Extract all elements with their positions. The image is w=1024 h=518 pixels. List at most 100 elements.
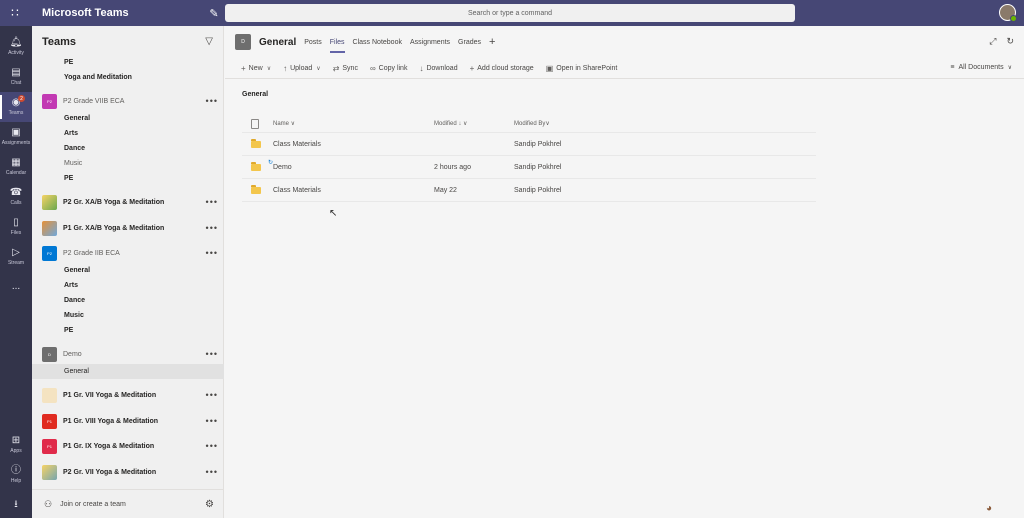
copy-link-button[interactable]: ∞ Copy link bbox=[370, 64, 408, 73]
rail-chat[interactable]: ▤ Chat bbox=[0, 62, 32, 92]
refresh-icon[interactable]: ↻ bbox=[1006, 36, 1014, 47]
team-avatar bbox=[42, 464, 57, 480]
rail-apps[interactable]: ⊞ Apps bbox=[0, 430, 32, 460]
help-icon: ⓘ bbox=[11, 465, 21, 476]
tab-assignments[interactable]: Assignments bbox=[410, 39, 450, 46]
team-item[interactable]: P2 P2 Grade IIB ECA ••• bbox=[42, 244, 218, 262]
teams-list[interactable]: PE Yoga and Meditation P2 P2 Grade VIIB … bbox=[32, 56, 224, 488]
user-avatar[interactable] bbox=[999, 4, 1017, 22]
column-header-name[interactable]: Name ∨ bbox=[273, 115, 295, 132]
channel-item[interactable]: General bbox=[64, 115, 90, 122]
more-options-icon[interactable]: ••• bbox=[206, 467, 218, 477]
more-options-icon[interactable]: ••• bbox=[206, 416, 218, 426]
files-table: Name ∨ Modified ↓ ∨ Modified By ∨ Class M… bbox=[242, 115, 816, 202]
channel-item[interactable]: Arts bbox=[64, 130, 78, 137]
rail-activity[interactable]: 🔔︎ Activity bbox=[0, 32, 32, 62]
tray-app-icon[interactable]: ◕ bbox=[986, 503, 992, 514]
team-name: P2 Grade VIIB ECA bbox=[63, 97, 125, 105]
column-header-modified[interactable]: Modified ↓ ∨ bbox=[434, 115, 467, 132]
open-in-sharepoint-button[interactable]: ▣ Open in SharePoint bbox=[546, 64, 618, 73]
rail-teams[interactable]: ◉ 2 Teams bbox=[0, 92, 32, 122]
channel-item[interactable]: General bbox=[64, 267, 90, 274]
filter-icon[interactable]: ▽ bbox=[205, 36, 213, 47]
app-title: Microsoft Teams bbox=[42, 7, 129, 19]
team-item[interactable]: P2 Gr. VII Yoga & Meditation ••• bbox=[42, 463, 218, 481]
channel-item[interactable]: PE bbox=[64, 327, 73, 334]
app-launcher-icon[interactable]: ∷ bbox=[0, 0, 30, 26]
more-options-icon[interactable]: ••• bbox=[206, 390, 218, 400]
team-avatar bbox=[42, 387, 57, 403]
rail-help[interactable]: ⓘ Help bbox=[0, 460, 32, 490]
file-name[interactable]: Demo bbox=[273, 156, 292, 178]
files-icon: ▯ bbox=[13, 217, 19, 228]
channel-item[interactable]: Music bbox=[64, 312, 84, 319]
rail-calls[interactable]: ☎ Calls bbox=[0, 182, 32, 212]
tab-class-notebook[interactable]: Class Notebook bbox=[353, 39, 402, 46]
team-item[interactable]: P1 P1 Gr. IX Yoga & Meditation ••• bbox=[42, 437, 218, 455]
channel-item[interactable]: Arts bbox=[64, 282, 78, 289]
sync-button[interactable]: ⇄ Sync bbox=[333, 64, 358, 73]
channel-item[interactable]: Yoga and Meditation bbox=[64, 74, 132, 81]
search-input[interactable]: Search or type a command bbox=[225, 4, 795, 22]
team-name: P1 Gr. VII Yoga & Meditation bbox=[63, 391, 157, 399]
team-item[interactable]: P1 P1 Gr. VIII Yoga & Meditation ••• bbox=[42, 412, 218, 430]
more-options-icon[interactable]: ••• bbox=[206, 248, 218, 258]
tab-grades[interactable]: Grades bbox=[458, 39, 481, 46]
add-tab-icon[interactable]: + bbox=[489, 36, 495, 48]
team-name: P1 Gr. XA/B Yoga & Meditation bbox=[63, 224, 165, 232]
rail-download[interactable]: ⭳ bbox=[0, 490, 32, 518]
more-options-icon[interactable]: ••• bbox=[206, 96, 218, 106]
team-avatar: P1 bbox=[42, 413, 57, 429]
main-content: D General Posts Files Class Notebook Ass… bbox=[225, 26, 1024, 518]
view-selector[interactable]: ≡ All Documents ∨ bbox=[950, 64, 1012, 71]
chevron-down-icon: ∨ bbox=[1007, 65, 1012, 71]
team-item[interactable]: P2 Gr. XA/B Yoga & Meditation ••• bbox=[42, 193, 218, 211]
more-icon: ... bbox=[11, 281, 21, 292]
rail-more[interactable]: ... bbox=[0, 272, 32, 302]
gear-icon[interactable]: ⚙ bbox=[205, 499, 214, 510]
channel-item[interactable]: Music bbox=[64, 160, 82, 167]
team-item[interactable]: D Demo ••• bbox=[42, 345, 218, 363]
add-cloud-storage-button[interactable]: + Add cloud storage bbox=[470, 64, 534, 73]
stream-icon: ▷ bbox=[12, 247, 20, 258]
tab-files[interactable]: Files bbox=[329, 39, 345, 53]
table-row[interactable]: Class Materials Sandip Pokhrel bbox=[242, 133, 816, 156]
rail-stream[interactable]: ▷ Stream bbox=[0, 242, 32, 272]
file-type-icon bbox=[251, 115, 259, 132]
breadcrumb[interactable]: General bbox=[242, 91, 268, 98]
download-button[interactable]: ↓ Download bbox=[419, 64, 457, 73]
channel-item[interactable]: PE bbox=[64, 59, 73, 66]
sync-icon: ⇄ bbox=[332, 64, 340, 73]
new-button[interactable]: + New ∨ bbox=[241, 64, 271, 73]
more-options-icon[interactable]: ••• bbox=[206, 349, 218, 359]
team-name: Demo bbox=[63, 350, 82, 358]
team-item[interactable]: P2 P2 Grade VIIB ECA ••• bbox=[42, 92, 218, 110]
expand-icon[interactable]: ⤢ bbox=[989, 36, 996, 47]
table-row[interactable]: Class Materials May 22 Sandip Pokhrel bbox=[242, 179, 816, 202]
upload-icon: ↑ bbox=[283, 64, 288, 73]
tab-posts[interactable]: Posts bbox=[304, 39, 322, 46]
channel-item[interactable]: PE bbox=[64, 175, 73, 182]
more-options-icon[interactable]: ••• bbox=[206, 197, 218, 207]
file-name[interactable]: Class Materials bbox=[273, 133, 321, 155]
folder-icon bbox=[251, 179, 261, 201]
file-name[interactable]: Class Materials bbox=[273, 179, 321, 201]
upload-button[interactable]: ↑ Upload ∨ bbox=[283, 64, 321, 73]
channel-item-selected[interactable]: General bbox=[32, 364, 224, 379]
channel-item[interactable]: Dance bbox=[64, 297, 85, 304]
channel-item[interactable]: Dance bbox=[64, 145, 85, 152]
add-team-icon[interactable]: ⚇ bbox=[44, 499, 52, 510]
team-item[interactable]: P1 Gr. XA/B Yoga & Meditation ••• bbox=[42, 219, 218, 237]
rail-calendar[interactable]: ▦ Calendar bbox=[0, 152, 32, 182]
join-create-team-link[interactable]: Join or create a team bbox=[60, 501, 205, 508]
assignments-icon: ▣ bbox=[11, 127, 21, 138]
new-chat-icon[interactable]: ✎ bbox=[204, 3, 224, 23]
team-item[interactable]: P1 Gr. VII Yoga & Meditation ••• bbox=[42, 386, 218, 404]
rail-files[interactable]: ▯ Files bbox=[0, 212, 32, 242]
more-options-icon[interactable]: ••• bbox=[206, 223, 218, 233]
modified-by: Sandip Pokhrel bbox=[514, 186, 562, 194]
more-options-icon[interactable]: ••• bbox=[206, 441, 218, 451]
column-header-modified-by[interactable]: Modified By ∨ bbox=[514, 115, 550, 132]
rail-assignments[interactable]: ▣ Assignments bbox=[0, 122, 32, 152]
table-row[interactable]: ↻ Demo 2 hours ago Sandip Pokhrel bbox=[242, 156, 816, 179]
